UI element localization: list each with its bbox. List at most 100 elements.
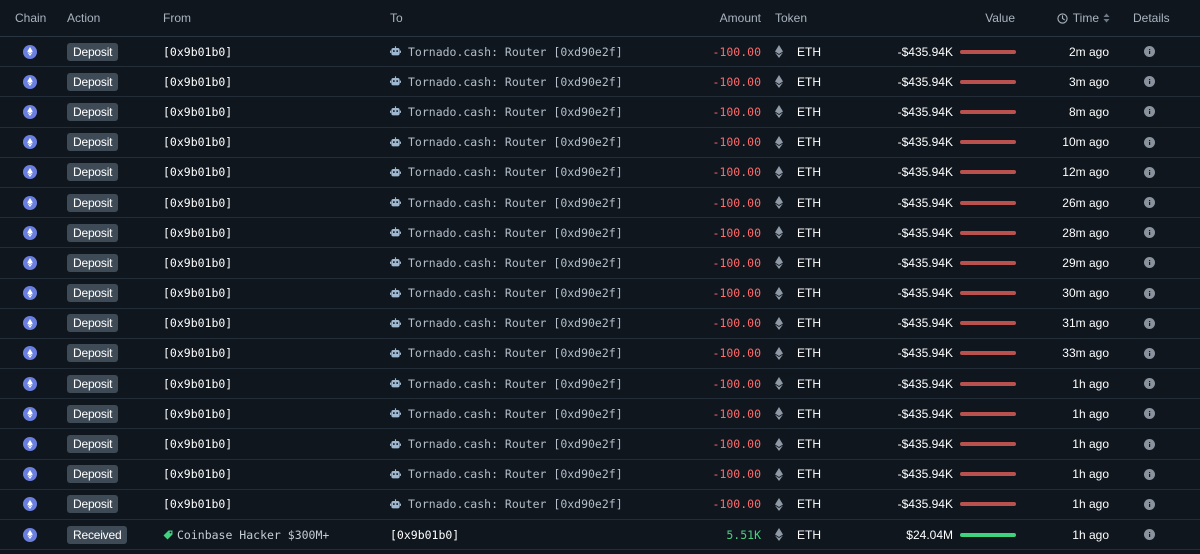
ethereum-chain-icon[interactable] <box>23 195 37 210</box>
ethereum-chain-icon[interactable] <box>23 135 37 150</box>
ethereum-chain-icon[interactable] <box>23 346 37 361</box>
to-address[interactable]: Tornado.cash: Router [0xd90e2f] <box>408 497 623 511</box>
to-address[interactable]: Tornado.cash: Router [0xd90e2f] <box>408 105 623 119</box>
info-icon[interactable] <box>1144 498 1155 510</box>
from-address[interactable]: [0x9b01b0] <box>163 346 232 360</box>
action-badge[interactable]: Deposit <box>67 72 119 91</box>
table-row[interactable]: Deposit [0x9b01b0] Tornado.cash: Router … <box>0 309 1200 339</box>
table-row[interactable]: Deposit [0x9b01b0] Tornado.cash: Router … <box>0 279 1200 309</box>
info-icon[interactable] <box>1144 317 1155 329</box>
ethereum-chain-icon[interactable] <box>23 74 37 89</box>
sort-icon[interactable] <box>1103 13 1110 23</box>
action-badge[interactable]: Deposit <box>67 374 119 393</box>
from-address[interactable]: [0x9b01b0] <box>163 467 232 481</box>
info-icon[interactable] <box>1144 46 1155 58</box>
header-from[interactable]: From <box>163 0 383 36</box>
from-address[interactable]: [0x9b01b0] <box>163 377 232 391</box>
info-icon[interactable] <box>1144 106 1155 118</box>
action-badge[interactable]: Deposit <box>67 133 119 152</box>
to-address[interactable]: [0x9b01b0] <box>390 528 459 542</box>
from-cell[interactable]: [0x9b01b0] <box>163 399 383 428</box>
header-action[interactable]: Action <box>67 0 157 36</box>
table-row[interactable]: Received Coinbase Hacker $300M+ [0x9b01b… <box>0 520 1200 551</box>
from-cell[interactable]: Coinbase Hacker $300M+ <box>163 520 383 549</box>
table-row[interactable]: Deposit [0x9b01b0] Tornado.cash: Router … <box>0 37 1200 68</box>
table-row[interactable]: Deposit [0x9b01b0] Tornado.cash: Router … <box>0 339 1200 370</box>
table-row[interactable]: Deposit [0x9b01b0] Tornado.cash: Router … <box>0 399 1200 430</box>
from-cell[interactable]: [0x9b01b0] <box>163 429 383 458</box>
from-cell[interactable]: [0x9b01b0] <box>163 128 383 157</box>
info-icon[interactable] <box>1144 197 1155 209</box>
table-row[interactable]: Deposit [0x9b01b0] Tornado.cash: Router … <box>0 429 1200 460</box>
from-cell[interactable]: [0x9b01b0] <box>163 339 383 368</box>
header-value[interactable]: Value <box>900 0 1015 36</box>
to-address[interactable]: Tornado.cash: Router [0xd90e2f] <box>408 135 623 149</box>
ethereum-chain-icon[interactable] <box>23 497 37 512</box>
action-badge[interactable]: Deposit <box>67 465 119 484</box>
from-address[interactable]: [0x9b01b0] <box>163 196 232 210</box>
from-cell[interactable]: [0x9b01b0] <box>163 279 383 308</box>
table-row[interactable]: Deposit [0x9b01b0] Tornado.cash: Router … <box>0 460 1200 490</box>
to-address[interactable]: Tornado.cash: Router [0xd90e2f] <box>408 377 623 391</box>
ethereum-chain-icon[interactable] <box>23 225 37 240</box>
to-address[interactable]: Tornado.cash: Router [0xd90e2f] <box>408 165 623 179</box>
from-cell[interactable]: [0x9b01b0] <box>163 460 383 489</box>
from-address[interactable]: [0x9b01b0] <box>163 256 232 270</box>
action-badge[interactable]: Deposit <box>67 102 119 121</box>
header-amount[interactable]: Amount <box>640 0 761 36</box>
table-row[interactable]: Deposit [0x9b01b0] Tornado.cash: Router … <box>0 158 1200 188</box>
from-address[interactable]: [0x9b01b0] <box>163 226 232 240</box>
to-address[interactable]: Tornado.cash: Router [0xd90e2f] <box>408 45 623 59</box>
from-cell[interactable]: [0x9b01b0] <box>163 97 383 126</box>
to-address[interactable]: Tornado.cash: Router [0xd90e2f] <box>408 316 623 330</box>
ethereum-chain-icon[interactable] <box>23 467 37 482</box>
from-address[interactable]: [0x9b01b0] <box>163 316 232 330</box>
ethereum-chain-icon[interactable] <box>23 406 37 421</box>
from-address[interactable]: [0x9b01b0] <box>163 286 232 300</box>
from-address[interactable]: [0x9b01b0] <box>163 45 232 59</box>
table-row[interactable]: Deposit [0x9b01b0] Tornado.cash: Router … <box>0 490 1200 520</box>
info-icon[interactable] <box>1144 468 1155 480</box>
action-badge[interactable]: Deposit <box>67 314 119 333</box>
from-address[interactable]: [0x9b01b0] <box>163 407 232 421</box>
info-icon[interactable] <box>1144 408 1155 420</box>
ethereum-chain-icon[interactable] <box>23 316 37 331</box>
to-address[interactable]: Tornado.cash: Router [0xd90e2f] <box>408 196 623 210</box>
ethereum-chain-icon[interactable] <box>23 376 37 391</box>
from-cell[interactable]: [0x9b01b0] <box>163 158 383 187</box>
from-address[interactable]: [0x9b01b0] <box>163 75 232 89</box>
info-icon[interactable] <box>1144 378 1155 390</box>
to-address[interactable]: Tornado.cash: Router [0xd90e2f] <box>408 407 623 421</box>
action-badge[interactable]: Deposit <box>67 344 119 363</box>
table-row[interactable]: Deposit [0x9b01b0] Tornado.cash: Router … <box>0 248 1200 279</box>
from-address[interactable]: [0x9b01b0] <box>163 105 232 119</box>
action-badge[interactable]: Deposit <box>67 223 119 242</box>
info-icon[interactable] <box>1144 227 1155 239</box>
to-address[interactable]: Tornado.cash: Router [0xd90e2f] <box>408 256 623 270</box>
header-chain[interactable]: Chain <box>15 0 46 36</box>
to-address[interactable]: Tornado.cash: Router [0xd90e2f] <box>408 467 623 481</box>
info-icon[interactable] <box>1144 287 1155 299</box>
table-row[interactable]: Deposit [0x9b01b0] Tornado.cash: Router … <box>0 128 1200 158</box>
table-row[interactable]: Deposit [0x9b01b0] Tornado.cash: Router … <box>0 97 1200 128</box>
action-badge[interactable]: Deposit <box>67 253 119 272</box>
from-cell[interactable]: [0x9b01b0] <box>163 218 383 247</box>
to-address[interactable]: Tornado.cash: Router [0xd90e2f] <box>408 75 623 89</box>
action-badge[interactable]: Deposit <box>67 284 119 303</box>
header-token[interactable]: Token <box>775 0 855 36</box>
table-row[interactable]: Deposit [0x9b01b0] Tornado.cash: Router … <box>0 188 1200 219</box>
to-address[interactable]: Tornado.cash: Router [0xd90e2f] <box>408 346 623 360</box>
from-address[interactable]: [0x9b01b0] <box>163 437 232 451</box>
ethereum-chain-icon[interactable] <box>23 44 37 59</box>
header-time[interactable]: Time <box>1050 0 1110 36</box>
ethereum-chain-icon[interactable] <box>23 255 37 270</box>
from-cell[interactable]: [0x9b01b0] <box>163 490 383 519</box>
ethereum-chain-icon[interactable] <box>23 437 37 452</box>
action-badge[interactable]: Deposit <box>67 163 119 182</box>
from-cell[interactable]: [0x9b01b0] <box>163 67 383 96</box>
info-icon[interactable] <box>1144 529 1155 541</box>
action-badge[interactable]: Deposit <box>67 404 119 423</box>
from-address[interactable]: [0x9b01b0] <box>163 497 232 511</box>
from-cell[interactable]: [0x9b01b0] <box>163 188 383 217</box>
info-icon[interactable] <box>1144 438 1155 450</box>
